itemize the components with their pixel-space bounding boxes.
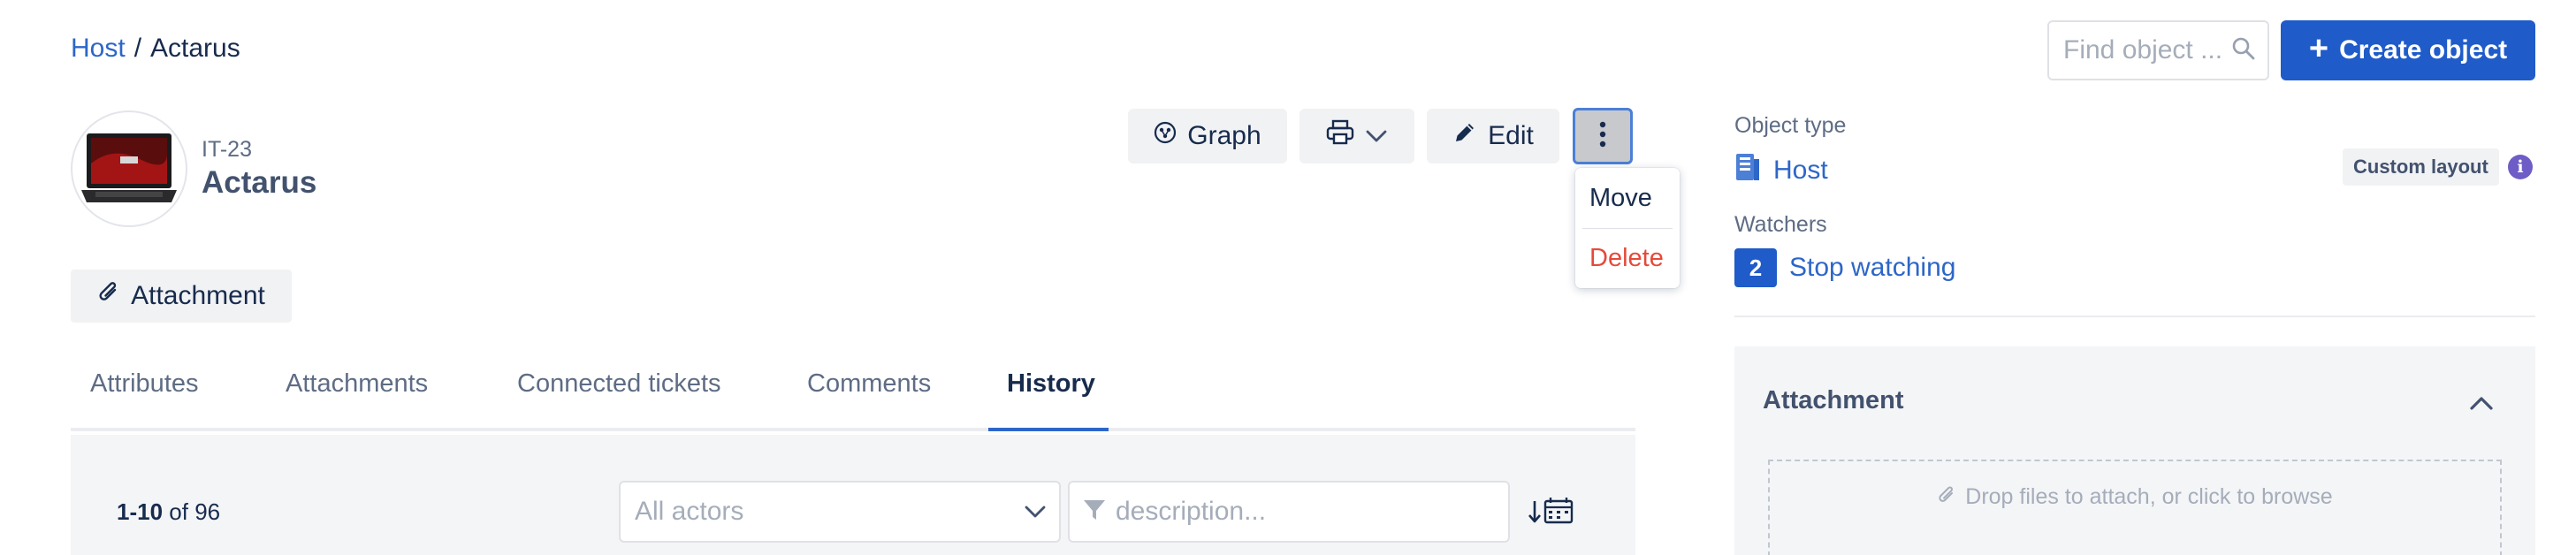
history-total: 96	[194, 498, 221, 525]
server-icon	[1734, 152, 1761, 189]
active-tab-indicator	[988, 428, 1109, 431]
history-pagination-count: 1-10 of 96	[117, 498, 220, 526]
graph-icon	[1154, 121, 1177, 151]
menu-divider	[1582, 228, 1673, 229]
paperclip-icon	[97, 279, 120, 313]
watchers-label: Watchers	[1734, 212, 1827, 237]
object-type-value: Host	[1773, 156, 1828, 185]
history-of: of	[169, 498, 188, 525]
tab-history[interactable]: History	[1007, 369, 1095, 399]
attachment-button[interactable]: Attachment	[71, 270, 292, 323]
more-actions-button[interactable]	[1573, 108, 1633, 164]
graph-button[interactable]: Graph	[1128, 109, 1287, 163]
edit-button[interactable]: Edit	[1427, 109, 1559, 163]
stop-watching-link[interactable]: Stop watching	[1789, 253, 1955, 283]
object-avatar	[71, 110, 187, 227]
more-vertical-icon	[1598, 120, 1607, 153]
info-icon[interactable]: i	[2508, 155, 2533, 179]
attachment-dropzone[interactable]: Drop files to attach, or click to browse	[1768, 460, 2502, 555]
find-object-input[interactable]	[2063, 35, 2231, 65]
print-button[interactable]	[1299, 109, 1414, 163]
description-filter-input[interactable]	[1116, 497, 1487, 527]
breadcrumb-current: Actarus	[150, 34, 240, 63]
tab-comments[interactable]: Comments	[807, 369, 931, 399]
attachment-button-label: Attachment	[131, 281, 265, 310]
chevron-down-icon	[1365, 121, 1388, 151]
plus-icon: +	[2308, 30, 2329, 67]
object-type-link[interactable]: Host	[1734, 152, 1828, 189]
custom-layout-badge: Custom layout	[2343, 148, 2499, 186]
create-object-button[interactable]: + Create object	[2281, 20, 2535, 80]
printer-icon	[1326, 119, 1354, 153]
actors-select[interactable]: All actors	[619, 481, 1061, 543]
watchers-count-badge: 2	[1734, 248, 1777, 287]
chevron-down-icon	[1024, 497, 1047, 527]
sidebar-divider	[1734, 316, 2535, 317]
tab-connected-tickets[interactable]: Connected tickets	[517, 369, 721, 399]
object-name: Actarus	[202, 165, 317, 200]
menu-item-move[interactable]: Move	[1575, 184, 1680, 213]
attachment-panel: Attachment Drop files to attach, or clic…	[1734, 346, 2535, 555]
find-object-field[interactable]	[2047, 20, 2269, 80]
laptop-image	[81, 133, 177, 202]
history-range: 1-10	[117, 498, 164, 525]
actors-select-placeholder: All actors	[635, 497, 744, 526]
tab-attachments[interactable]: Attachments	[286, 369, 428, 399]
search-icon	[2231, 36, 2256, 65]
description-filter-field[interactable]	[1068, 481, 1510, 543]
filter-icon	[1082, 498, 1107, 527]
create-object-label: Create object	[2339, 35, 2508, 65]
tab-bar: Attributes Attachments Connected tickets…	[71, 362, 1635, 431]
breadcrumb: Host / Actarus	[71, 34, 240, 64]
watchers-row: 2 Stop watching	[1734, 248, 1955, 287]
breadcrumb-link-host[interactable]: Host	[71, 34, 126, 64]
paperclip-icon	[1937, 484, 1956, 513]
menu-item-delete[interactable]: Delete	[1575, 244, 1680, 273]
pencil-icon	[1452, 120, 1477, 152]
sort-by-date-button[interactable]	[1528, 495, 1579, 530]
edit-label: Edit	[1488, 121, 1534, 150]
sort-calendar-icon	[1528, 496, 1577, 530]
chevron-up-icon[interactable]	[2464, 387, 2499, 419]
graph-label: Graph	[1187, 121, 1261, 150]
tab-attributes[interactable]: Attributes	[90, 369, 199, 399]
dropzone-text: Drop files to attach, or click to browse	[1965, 484, 2333, 509]
history-panel: 1-10 of 96 All actors	[71, 435, 1635, 555]
breadcrumb-separator: /	[133, 34, 142, 63]
attachment-panel-title: Attachment	[1763, 386, 1904, 414]
object-key: IT-23	[202, 137, 252, 162]
more-actions-menu: Move Delete	[1575, 168, 1680, 288]
object-type-label: Object type	[1734, 113, 1847, 138]
